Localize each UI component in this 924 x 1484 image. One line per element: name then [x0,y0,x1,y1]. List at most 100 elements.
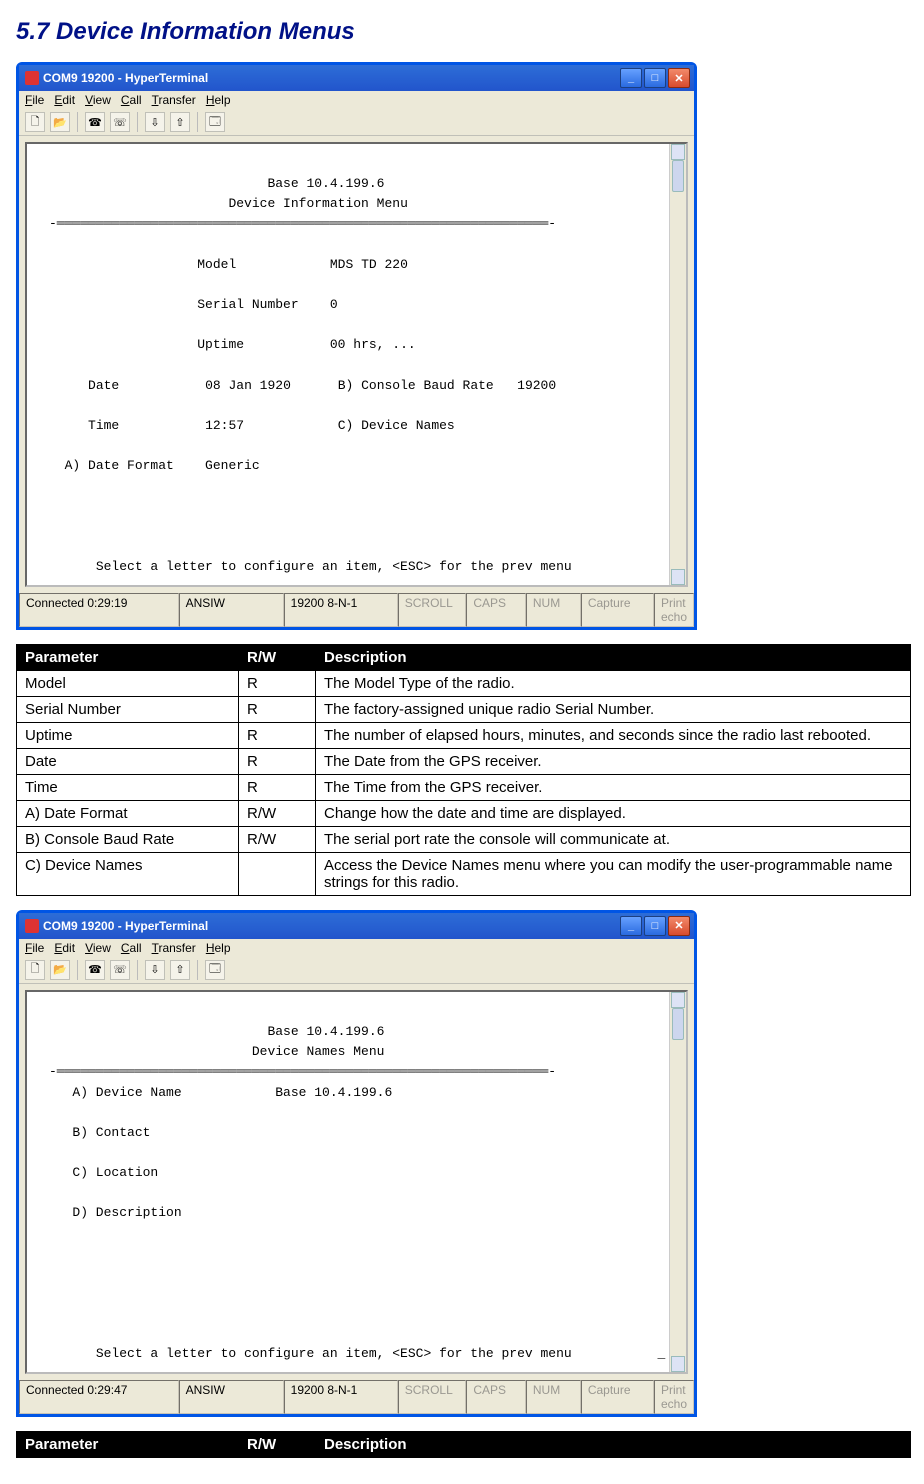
scroll-thumb[interactable] [672,160,684,192]
scroll-down-icon[interactable] [671,569,685,585]
status-port: 19200 8-N-1 [284,1380,398,1414]
menu-transfer[interactable]: Transfer [152,93,196,107]
cell-description: Change how the date and time are display… [316,800,911,826]
tool-bar: 🗋 📂 ☎ ☏ ⇩ ⇧ 🗔 [19,957,694,984]
table-row: A) Date FormatR/WChange how the date and… [17,800,911,826]
parameter-table-1: Parameter R/W Description ModelRThe Mode… [16,644,911,896]
hangup-icon[interactable]: ☏ [110,960,130,980]
th-parameter: Parameter [17,644,239,670]
menu-help[interactable]: Help [206,941,231,955]
cell-rw [239,852,316,895]
status-num: NUM [526,1380,581,1414]
call-icon[interactable]: ☎ [85,112,105,132]
maximize-button[interactable]: □ [644,916,666,936]
table-row: ModelRThe Model Type of the radio. [17,670,911,696]
status-connected: Connected 0:29:19 [19,593,179,627]
th-description: Description [316,644,911,670]
cell-parameter: C) Device Names [17,852,239,895]
minimize-button[interactable]: _ [620,916,642,936]
section-heading: 5.7 Device Information Menus [16,18,908,46]
maximize-button[interactable]: □ [644,68,666,88]
new-icon[interactable]: 🗋 [25,112,45,132]
menu-file[interactable]: File [25,941,44,955]
tool-bar: 🗋 📂 ☎ ☏ ⇩ ⇧ 🗔 [19,109,694,136]
menu-call[interactable]: Call [121,93,142,107]
call-icon[interactable]: ☎ [85,960,105,980]
cell-parameter: A) Date Format [17,800,239,826]
status-connected: Connected 0:29:47 [19,1380,179,1414]
status-scroll: SCROLL [398,1380,467,1414]
cell-description: The Time from the GPS receiver. [316,774,911,800]
menu-edit[interactable]: Edit [54,941,75,955]
cell-parameter: Uptime [17,722,239,748]
cell-parameter: Date [17,748,239,774]
parameter-table-2: Parameter R/W Description [16,1431,911,1458]
table-row: B) Console Baud RateR/WThe serial port r… [17,826,911,852]
window-title: COM9 19200 - HyperTerminal [43,71,208,85]
table-header-row: Parameter R/W Description [17,644,911,670]
send-icon[interactable]: ⇩ [145,960,165,980]
receive-icon[interactable]: ⇧ [170,960,190,980]
close-button[interactable]: ✕ [668,68,690,88]
cell-parameter: Serial Number [17,696,239,722]
scrollbar[interactable] [669,144,686,585]
cell-rw: R [239,696,316,722]
cell-rw: R/W [239,826,316,852]
app-icon [25,71,39,85]
status-bar: Connected 0:29:47 ANSIW 19200 8-N-1 SCRO… [19,1380,694,1414]
cell-parameter: Model [17,670,239,696]
minimize-button[interactable]: _ [620,68,642,88]
cell-rw: R [239,722,316,748]
terminal-output: Base 10.4.199.6 Device Information Menu … [31,154,682,577]
th-parameter: Parameter [17,1432,239,1458]
table-row: C) Device Names Access the Device Names m… [17,852,911,895]
title-bar: COM9 19200 - HyperTerminal _ □ ✕ [19,913,694,939]
new-icon[interactable]: 🗋 [25,960,45,980]
status-num: NUM [526,593,581,627]
cell-rw: R/W [239,800,316,826]
hyperterminal-window-2: COM9 19200 - HyperTerminal _ □ ✕ File Ed… [16,910,697,1418]
th-rw: R/W [239,1432,316,1458]
menu-call[interactable]: Call [121,941,142,955]
menu-view[interactable]: View [85,93,111,107]
cell-rw: R [239,670,316,696]
receive-icon[interactable]: ⇧ [170,112,190,132]
menu-view[interactable]: View [85,941,111,955]
cell-parameter: B) Console Baud Rate [17,826,239,852]
cell-rw: R [239,748,316,774]
open-icon[interactable]: 📂 [50,960,70,980]
cell-description: The Date from the GPS receiver. [316,748,911,774]
scrollbar[interactable] [669,992,686,1373]
scroll-up-icon[interactable] [671,144,685,160]
cell-description: The Model Type of the radio. [316,670,911,696]
properties-icon[interactable]: 🗔 [205,112,225,132]
status-echo: Print echo [654,1380,694,1414]
send-icon[interactable]: ⇩ [145,112,165,132]
menu-help[interactable]: Help [206,93,231,107]
status-port: 19200 8-N-1 [284,593,398,627]
menu-edit[interactable]: Edit [54,93,75,107]
close-button[interactable]: ✕ [668,916,690,936]
status-capture: Capture [581,1380,654,1414]
cell-description: The number of elapsed hours, minutes, an… [316,722,911,748]
menu-transfer[interactable]: Transfer [152,941,196,955]
status-bar: Connected 0:29:19 ANSIW 19200 8-N-1 SCRO… [19,593,694,627]
table-row: TimeRThe Time from the GPS receiver. [17,774,911,800]
status-emulation: ANSIW [179,1380,284,1414]
scroll-thumb[interactable] [672,1008,684,1040]
table-header-row: Parameter R/W Description [17,1432,911,1458]
terminal-output: Base 10.4.199.6 Device Names Menu -═════… [31,1002,682,1365]
app-icon [25,919,39,933]
properties-icon[interactable]: 🗔 [205,960,225,980]
scroll-up-icon[interactable] [671,992,685,1008]
th-rw: R/W [239,644,316,670]
hangup-icon[interactable]: ☏ [110,112,130,132]
status-capture: Capture [581,593,654,627]
cell-rw: R [239,774,316,800]
cell-description: Access the Device Names menu where you c… [316,852,911,895]
menu-file[interactable]: File [25,93,44,107]
menu-bar: File Edit View Call Transfer Help [19,91,694,109]
cell-parameter: Time [17,774,239,800]
scroll-down-icon[interactable] [671,1356,685,1372]
open-icon[interactable]: 📂 [50,112,70,132]
